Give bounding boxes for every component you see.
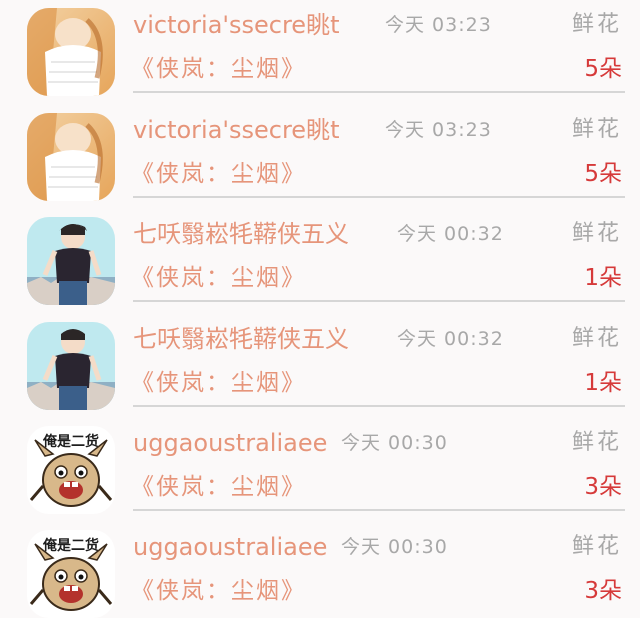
timestamp: 今天 00:32 [397, 223, 504, 245]
girl-white-top-avatar[interactable] [27, 8, 115, 96]
work-title-link[interactable]: 《侠岚：尘烟》 [131, 366, 306, 400]
work-title-link[interactable]: 《侠岚：尘烟》 [131, 574, 306, 608]
girl-white-top-avatar[interactable] [27, 113, 115, 201]
divider [133, 509, 625, 511]
work-title-link[interactable]: 《侠岚：尘烟》 [131, 52, 306, 86]
work-title-link[interactable]: 《侠岚：尘烟》 [131, 470, 306, 504]
divider [133, 91, 625, 93]
timestamp: 今天 00:32 [397, 328, 504, 350]
list-item[interactable]: victoria'ssecre眺t 今天 03:23 鲜花 《侠岚：尘烟》 5朵 [0, 0, 640, 104]
gift-type-label: 鲜花 [571, 117, 622, 142]
cartoon-rabbit-avatar[interactable]: 俺是二货 [27, 426, 115, 514]
list-item[interactable]: 七㕭翳崧牦鞯侠五义 今天 00:32 鲜花 《侠岚：尘烟》 1朵 [0, 314, 640, 418]
sender-name[interactable]: victoria'ssecre眺t [133, 8, 339, 42]
list-item[interactable]: victoria'ssecre眺t 今天 03:23 鲜花 《侠岚：尘烟》 5朵 [0, 105, 640, 209]
gift-count: 3朵 [584, 578, 622, 604]
gift-count: 5朵 [584, 161, 622, 187]
work-title-link[interactable]: 《侠岚：尘烟》 [131, 157, 306, 191]
work-title-link[interactable]: 《侠岚：尘烟》 [131, 261, 306, 295]
svg-text:俺是二货: 俺是二货 [42, 433, 99, 450]
gift-type-label: 鲜花 [571, 430, 622, 455]
gift-type-label: 鲜花 [571, 326, 622, 351]
timestamp: 今天 00:30 [341, 432, 448, 454]
timestamp: 今天 00:30 [341, 536, 448, 558]
svg-text:俺是二货: 俺是二货 [42, 537, 99, 554]
list-item[interactable]: 俺是二货 uggaoustraliaee 今天 00:30 鲜花 《侠岚：尘烟》… [0, 418, 640, 522]
gift-count: 1朵 [584, 370, 622, 396]
gift-count: 1朵 [584, 265, 622, 291]
sender-name[interactable]: 七㕭翳崧牦鞯侠五义 [133, 322, 349, 356]
sender-name[interactable]: uggaoustraliaee [133, 530, 327, 564]
gift-count: 5朵 [584, 56, 622, 82]
anime-boy-avatar[interactable] [27, 217, 115, 305]
timestamp: 今天 03:23 [385, 14, 492, 36]
divider [133, 300, 625, 302]
gift-type-label: 鲜花 [571, 12, 622, 37]
gift-type-label: 鲜花 [571, 534, 622, 559]
sender-name[interactable]: victoria'ssecre眺t [133, 113, 339, 147]
timestamp: 今天 03:23 [385, 119, 492, 141]
cartoon-rabbit-avatar[interactable]: 俺是二货 [27, 530, 115, 618]
sender-name[interactable]: 七㕭翳崧牦鞯侠五义 [133, 217, 349, 251]
anime-boy-avatar[interactable] [27, 322, 115, 410]
list-item[interactable]: 七㕭翳崧牦鞯侠五义 今天 00:32 鲜花 《侠岚：尘烟》 1朵 [0, 209, 640, 313]
gift-count: 3朵 [584, 474, 622, 500]
divider [133, 196, 625, 198]
divider [133, 405, 625, 407]
gift-record-list: victoria'ssecre眺t 今天 03:23 鲜花 《侠岚：尘烟》 5朵 [0, 0, 640, 618]
gift-type-label: 鲜花 [571, 221, 622, 246]
sender-name[interactable]: uggaoustraliaee [133, 426, 327, 460]
list-item[interactable]: 俺是二货 uggaoustraliaee 今天 00:30 鲜花 《侠岚：尘烟》… [0, 522, 640, 618]
